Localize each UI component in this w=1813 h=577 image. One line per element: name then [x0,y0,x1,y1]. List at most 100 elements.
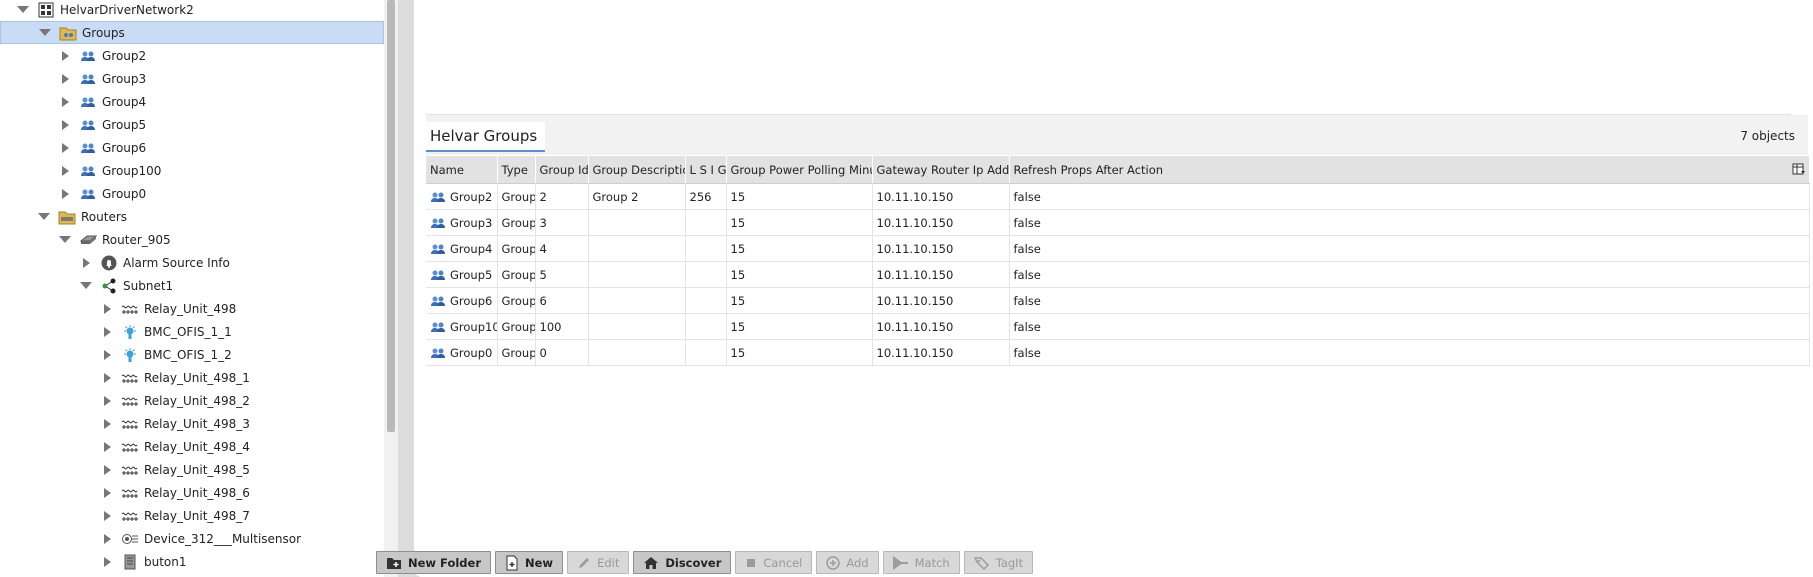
expand-arrow-icon[interactable] [79,256,93,270]
tag-icon [973,556,990,570]
table-row[interactable]: Group4 Group 4 15 10.11.10.150 false [426,235,1810,262]
column-header[interactable]: Name [426,156,498,184]
new-button[interactable]: New [495,551,564,574]
group-icon [430,242,446,256]
expand-arrow-icon[interactable] [100,486,114,500]
cell [685,235,727,262]
group-icon [79,117,97,133]
tree-node-group6[interactable]: Group6 [0,136,384,159]
expand-arrow-icon[interactable] [100,532,114,546]
tree-node-routers[interactable]: Routers [0,205,384,228]
cell [685,339,727,366]
column-header[interactable]: Type [497,156,536,184]
tree-node-relay-unit-498-2[interactable]: Relay_Unit_498_2 [0,389,384,412]
table-row[interactable]: Group5 Group 5 15 10.11.10.150 false [426,261,1810,288]
tree-node-group5[interactable]: Group5 [0,113,384,136]
table-row[interactable]: Group100Group1001510.11.10.150false [426,313,1810,340]
relay-icon [121,301,139,317]
new-folder-button[interactable]: New Folder [376,551,491,574]
tree-node-relay-unit-498-6[interactable]: Relay_Unit_498_6 [0,481,384,504]
group-icon [430,216,446,230]
match-button[interactable]: Match [882,551,960,574]
expand-arrow-icon[interactable] [58,95,72,109]
expand-arrow-icon[interactable] [58,141,72,155]
tree-node-relay-unit-498-1[interactable]: Relay_Unit_498_1 [0,366,384,389]
tree-node-groups[interactable]: Groups [0,21,384,44]
collapse-arrow-icon[interactable] [58,233,72,247]
tree-node-group4[interactable]: Group4 [0,90,384,113]
expand-arrow-icon[interactable] [100,440,114,454]
cell [588,261,686,288]
collapse-arrow-icon[interactable] [38,26,52,40]
collapse-arrow-icon[interactable] [79,279,93,293]
column-chooser-icon[interactable] [1792,162,1806,176]
cell: 15 [726,235,873,262]
tree-node-relay-unit-498-7[interactable]: Relay_Unit_498_7 [0,504,384,527]
cell: 15 [726,287,873,314]
column-header[interactable]: L S I G [685,156,727,184]
tree-node-helvardrivernetwork2[interactable]: HelvarDriverNetwork2 [0,0,384,21]
tree-node-buton1[interactable]: buton1 [0,550,384,573]
expand-arrow-icon[interactable] [100,463,114,477]
expand-arrow-icon[interactable] [58,118,72,132]
discover-button[interactable]: Discover [633,551,732,574]
expand-arrow-icon[interactable] [100,394,114,408]
expand-arrow-icon[interactable] [58,49,72,63]
tree-node-router-905[interactable]: Router_905 [0,228,384,251]
cell: Group [497,183,536,210]
cancel-button[interactable]: Cancel [735,551,813,574]
expand-arrow-icon[interactable] [100,371,114,385]
collapse-arrow-icon[interactable] [37,210,51,224]
pane-splitter[interactable] [398,0,414,577]
tree-node-alarm-source-info[interactable]: Alarm Source Info [0,251,384,274]
tree-node-bmc-ofis-1-2[interactable]: BMC_OFIS_1_2 [0,343,384,366]
cell-text: Group2 [450,189,493,204]
table-row[interactable]: Group6 Group 6 15 10.11.10.150 false [426,287,1810,314]
tree-node-label: Group4 [102,94,147,109]
tree-node-relay-unit-498-3[interactable]: Relay_Unit_498_3 [0,412,384,435]
tree-node-relay-unit-498-4[interactable]: Relay_Unit_498_4 [0,435,384,458]
expand-arrow-icon[interactable] [100,325,114,339]
column-header[interactable]: Refresh Props After Action [1009,156,1810,184]
tree-node-group2[interactable]: Group2 [0,44,384,67]
tree-node-group0[interactable]: Group0 [0,182,384,205]
relay-icon [121,485,139,501]
expand-arrow-icon[interactable] [58,72,72,86]
column-header[interactable]: Group Power Polling Minutes [726,156,873,184]
tree-node-group100[interactable]: Group100 [0,159,384,182]
expand-arrow-icon[interactable] [58,187,72,201]
tree-node-label: Relay_Unit_498_6 [144,485,250,500]
tree-node-subnet1[interactable]: Subnet1 [0,274,384,297]
column-header[interactable]: Group Description [588,156,686,184]
expand-arrow-icon[interactable] [100,302,114,316]
cell: false [1009,339,1810,366]
collapse-arrow-icon[interactable] [16,3,30,17]
cell-text: Group5 [450,267,493,282]
tree-node-relay-unit-498[interactable]: Relay_Unit_498 [0,297,384,320]
view-area [426,0,1791,115]
expand-arrow-icon[interactable] [100,417,114,431]
table-row[interactable]: Group3 Group 3 15 10.11.10.150 false [426,209,1810,236]
cell [685,287,727,314]
table-row[interactable]: Group0 Group 0 15 10.11.10.150 false [426,339,1810,366]
tree-node-relay-unit-498-5[interactable]: Relay_Unit_498_5 [0,458,384,481]
expand-arrow-icon[interactable] [100,348,114,362]
column-header[interactable]: Group Id [535,156,589,184]
expand-arrow-icon[interactable] [58,164,72,178]
tree-node-group3[interactable]: Group3 [0,67,384,90]
tree-node-device-312-multisensor[interactable]: Device_312___Multisensor [0,527,384,550]
expand-arrow-icon[interactable] [100,555,114,569]
expand-arrow-icon[interactable] [100,509,114,523]
edit-button[interactable]: Edit [567,551,630,574]
lamp-icon [121,324,139,340]
cell-name: Group0 [426,339,498,366]
tree-node-label: Group2 [102,48,147,63]
cell: false [1009,313,1810,340]
tree-scrollbar-thumb[interactable] [387,0,395,432]
tree-node-label: Subnet1 [123,278,174,293]
column-header[interactable]: Gateway Router Ip Address [872,156,1010,184]
table-row[interactable]: Group2 Group 2 Group 2 256 15 10.11.10.150 fals… [426,183,1810,210]
tree-node-bmc-ofis-1-1[interactable]: BMC_OFIS_1_1 [0,320,384,343]
add-button[interactable]: Add [816,551,879,574]
tagit-button[interactable]: TagIt [963,551,1034,574]
